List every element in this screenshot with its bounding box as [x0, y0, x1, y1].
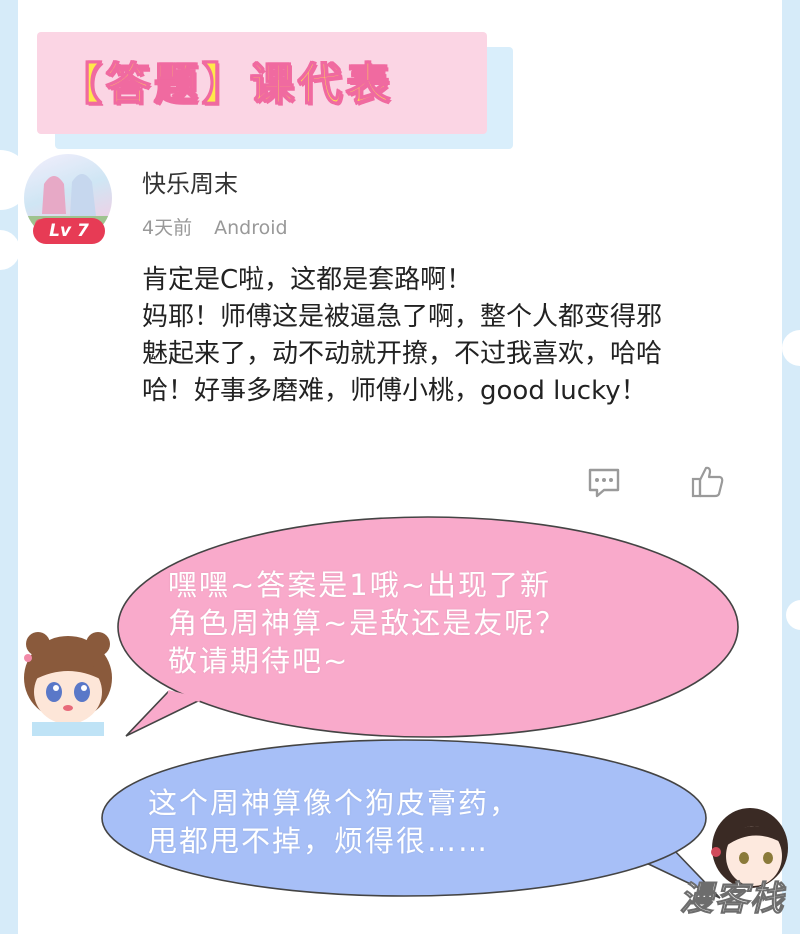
pink-bubble-text: 嘿嘿~答案是1哦~出现了新 角色周神算~是敌还是友呢？ 敬请期待吧~: [168, 566, 566, 680]
chibi-girl-left-icon: [24, 632, 112, 736]
bubble-line: 甩都甩不掉，烦得很……: [148, 824, 490, 858]
bubble-line: 嘿嘿~答案是1哦~出现了新: [168, 568, 552, 602]
bubble-line: 敬请期待吧~: [168, 644, 350, 678]
watermark-logo: 漫客栈: [679, 879, 785, 920]
blue-bubble-text: 这个周神算像个狗皮膏药， 甩都甩不掉，烦得很……: [148, 784, 520, 860]
bubble-line: 这个周神算像个狗皮膏药，: [148, 786, 521, 820]
bubble-line: 角色周神算~是敌还是友呢？: [168, 606, 567, 640]
